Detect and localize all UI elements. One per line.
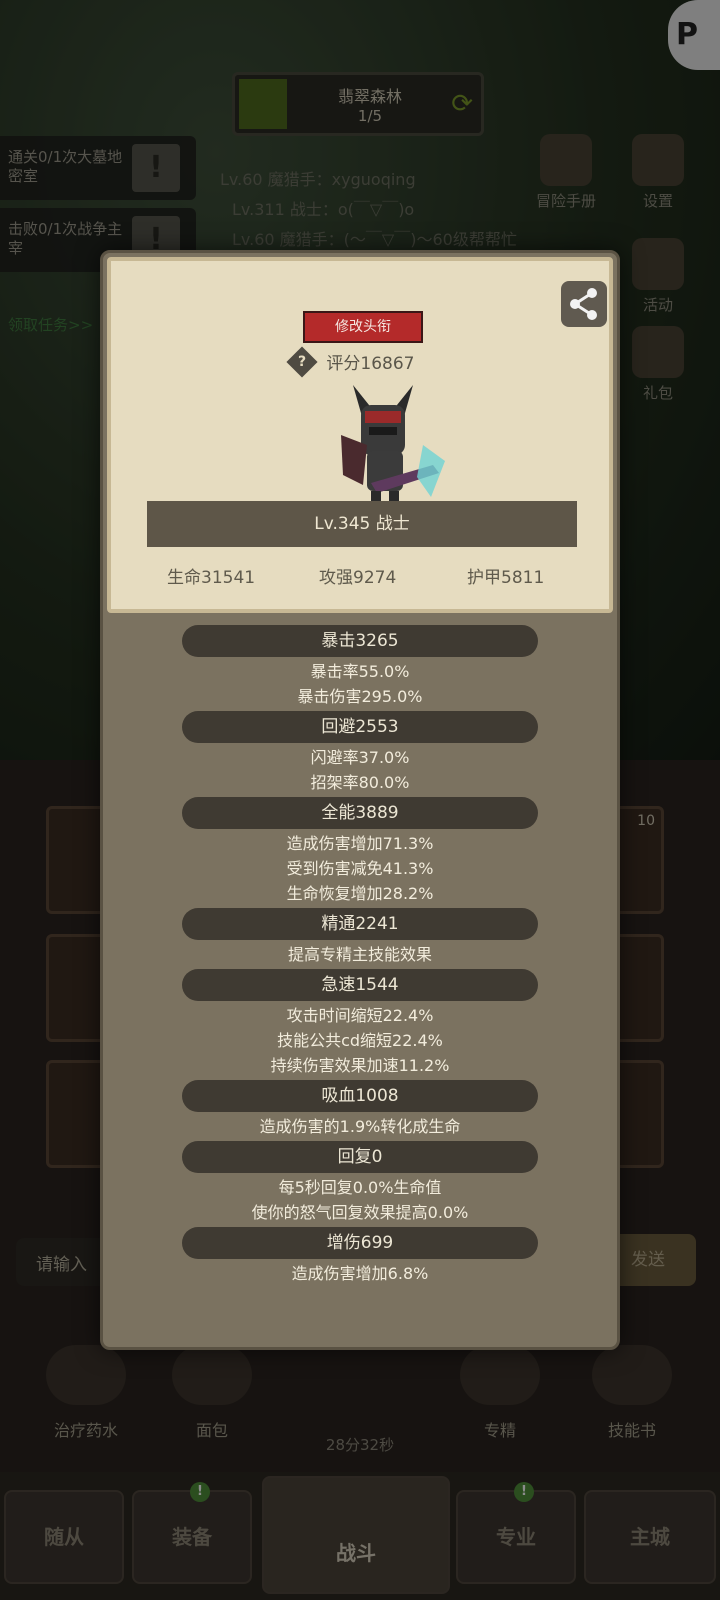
attack-stat: 攻强9274 (319, 568, 397, 588)
stat-group-damage-bonus: 增伤699 造成伤害增加6.8% (103, 1227, 617, 1286)
stat-line: 使你的怒气回复效果提高0.0% (251, 1203, 469, 1222)
stat-line: 提高专精主技能效果 (287, 945, 432, 964)
stat-header: 精通2241 (182, 908, 538, 940)
edit-title-button[interactable]: 修改头衔 (303, 311, 423, 343)
share-button[interactable] (561, 281, 607, 327)
stat-header: 全能3889 (182, 797, 538, 829)
stat-group-haste: 急速1544 攻击时间缩短22.4% 技能公共cd缩短22.4% 持续伤害效果加… (103, 969, 617, 1078)
stat-line: 持续伤害效果加速11.2% (270, 1056, 450, 1075)
stat-group-crit: 暴击3265 暴击率55.0% 暴击伤害295.0% (103, 625, 617, 709)
stat-line: 招架率80.0% (310, 773, 410, 792)
stat-header: 急速1544 (182, 969, 538, 1001)
stat-line: 暴击伤害295.0% (297, 687, 423, 706)
stat-header: 回避2553 (182, 711, 538, 743)
warrior-avatar (341, 385, 445, 509)
stat-group-lifesteal: 吸血1008 造成伤害的1.9%转化成生命 (103, 1080, 617, 1139)
detailed-stats-list: 暴击3265 暴击率55.0% 暴击伤害295.0% 回避2553 闪避率37.… (103, 625, 617, 1288)
stat-group-mastery: 精通2241 提高专精主技能效果 (103, 908, 617, 967)
character-stats-modal: 修改头衔 ? 评分16867 Lv.345 战士 生命31541 攻强9274 … (100, 250, 620, 1350)
stat-line: 造成伤害增加71.3% (286, 834, 434, 853)
stat-line: 闪避率37.0% (310, 748, 410, 767)
stat-line: 造成伤害的1.9%转化成生命 (259, 1117, 461, 1136)
armor-stat: 护甲5811 (467, 568, 545, 588)
stat-line: 受到伤害减免41.3% (286, 859, 434, 878)
stat-line: 暴击率55.0% (310, 662, 410, 681)
stat-line: 造成伤害增加6.8% (291, 1264, 429, 1283)
stat-header: 吸血1008 (182, 1080, 538, 1112)
stat-group-versatility: 全能3889 造成伤害增加71.3% 受到伤害减免41.3% 生命恢复增加28.… (103, 797, 617, 906)
stat-group-regen: 回复0 每5秒回复0.0%生命值 使你的怒气回复效果提高0.0% (103, 1141, 617, 1225)
stat-line: 每5秒回复0.0%生命值 (278, 1178, 442, 1197)
stat-line: 攻击时间缩短22.4% (286, 1006, 434, 1025)
level-class-banner: Lv.345 战士 (147, 501, 577, 547)
stat-line: 技能公共cd缩短22.4% (277, 1031, 443, 1050)
stat-header: 回复0 (182, 1141, 538, 1173)
stat-group-avoidance: 回避2553 闪避率37.0% 招架率80.0% (103, 711, 617, 795)
stat-header: 暴击3265 (182, 625, 538, 657)
stat-header: 增伤699 (182, 1227, 538, 1259)
profile-panel: 修改头衔 ? 评分16867 Lv.345 战士 生命31541 攻强9274 … (107, 257, 613, 613)
stat-line: 生命恢复增加28.2% (286, 884, 434, 903)
share-icon (570, 288, 597, 320)
hp-stat: 生命31541 (167, 568, 256, 588)
